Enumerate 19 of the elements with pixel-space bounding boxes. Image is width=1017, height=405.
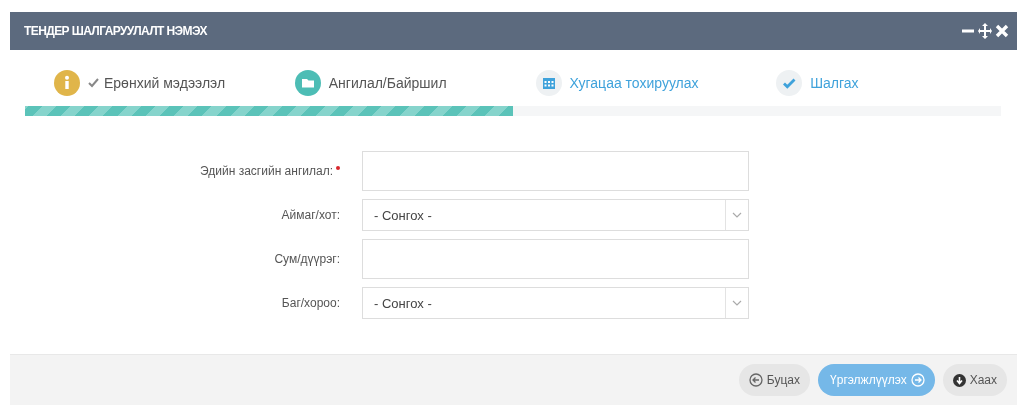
select-field[interactable]: - Сонгох - — [362, 199, 749, 231]
field-label: Сум/дүүрэг: — [274, 252, 340, 266]
back-button[interactable]: Буцах — [738, 364, 811, 396]
left-arrow-icon — [748, 373, 763, 387]
field-label: Баг/хороо: — [281, 296, 340, 310]
step-label[interactable]: Ерөнхий мэдээлэл — [104, 75, 226, 91]
field-label: Аймаг/хот: — [281, 208, 340, 222]
chevron-icon — [732, 300, 742, 306]
input-field[interactable] — [362, 239, 749, 279]
down-arrow-icon — [952, 373, 966, 387]
close-icon[interactable] — [995, 24, 1009, 38]
chevron-icon — [732, 212, 742, 218]
move-icon[interactable] — [978, 23, 992, 39]
select-field[interactable]: - Сонгох - — [362, 287, 749, 319]
window-title: ТЕНДЕР ШАЛГАРУУЛАЛТ НЭМЭХ — [24, 24, 207, 38]
close-button[interactable]: Хаах — [942, 364, 1007, 396]
step-label[interactable]: Ангилал/Байршил — [328, 75, 447, 91]
input-field[interactable] — [362, 151, 749, 191]
field-label: Эдийн засгийн ангилал: — [200, 164, 333, 178]
